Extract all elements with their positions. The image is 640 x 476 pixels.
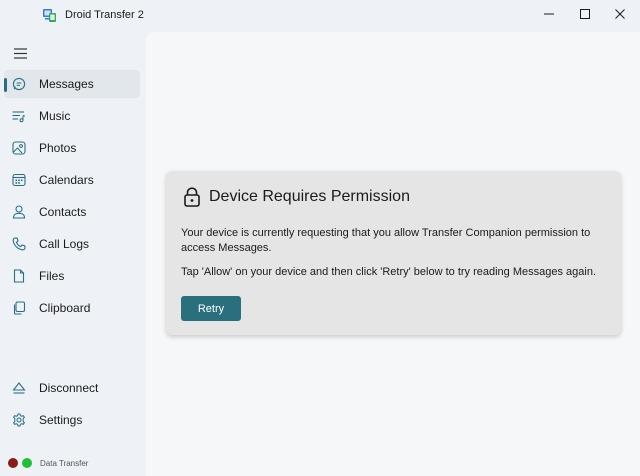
sidebar-item-photos[interactable]: Photos — [4, 134, 140, 162]
sidebar-item-calendars[interactable]: Calendars — [4, 166, 140, 194]
calendar-icon — [12, 173, 26, 187]
sidebar-item-messages[interactable]: Messages — [4, 70, 140, 98]
close-icon — [615, 9, 625, 19]
sidebar-item-label: Calendars — [39, 173, 94, 187]
sidebar-item-label: Contacts — [39, 205, 87, 219]
hamburger-menu-icon — [13, 47, 27, 59]
status-dot-green — [22, 458, 32, 468]
app-title: Droid Transfer 2 — [65, 9, 144, 21]
selection-indicator — [4, 78, 7, 92]
disconnect-button[interactable]: Disconnect — [4, 374, 140, 402]
person-icon — [12, 205, 26, 219]
title-bar: Droid Transfer 2 — [0, 0, 640, 32]
sidebar-item-clipboard[interactable]: Clipboard — [4, 294, 140, 322]
sidebar-item-music[interactable]: Music — [4, 102, 140, 130]
sidebar-item-label: Call Logs — [39, 237, 90, 251]
settings-label: Settings — [39, 413, 83, 427]
phone-icon — [12, 237, 26, 251]
sidebar: Messages Music Photos Calendars Contacts… — [0, 32, 146, 476]
maximize-button[interactable] — [565, 0, 605, 28]
permission-message: Your device is currently requesting that… — [181, 227, 591, 254]
sidebar-item-label: Clipboard — [39, 301, 91, 315]
connection-status: Data Transfer — [8, 456, 88, 470]
hamburger-menu-button[interactable] — [8, 42, 32, 64]
sidebar-item-files[interactable]: Files — [4, 262, 140, 290]
disconnect-label: Disconnect — [39, 381, 99, 395]
minimize-button[interactable] — [529, 0, 569, 28]
file-icon — [13, 269, 25, 283]
permission-instruction: Tap 'Allow' on your device and then clic… — [181, 266, 597, 278]
card-title: Device Requires Permission — [209, 188, 410, 205]
sidebar-item-contacts[interactable]: Contacts — [4, 198, 140, 226]
music-list-icon — [12, 111, 26, 123]
droid-transfer-app-icon — [43, 9, 56, 22]
chat-bubble-icon — [12, 77, 26, 91]
main-content: Device Requires Permission Your device i… — [146, 32, 640, 476]
minimize-icon — [544, 13, 554, 15]
sidebar-item-call-logs[interactable]: Call Logs — [4, 230, 140, 258]
retry-button[interactable]: Retry — [181, 296, 241, 321]
card-header: Device Requires Permission — [183, 187, 410, 207]
gear-icon — [12, 413, 26, 427]
close-button[interactable] — [600, 0, 640, 28]
photo-icon — [12, 141, 26, 155]
app-window: Droid Transfer 2 Messages Music Photos C… — [0, 0, 640, 476]
clipboard-icon — [13, 301, 26, 315]
sidebar-item-label: Messages — [39, 77, 94, 91]
lock-icon — [184, 187, 200, 207]
maximize-icon — [580, 9, 590, 19]
status-dot-red — [8, 458, 18, 468]
sidebar-item-label: Photos — [39, 141, 77, 155]
permission-card: Device Requires Permission Your device i… — [166, 171, 621, 335]
eject-icon — [12, 382, 26, 394]
sidebar-item-label: Music — [39, 109, 71, 123]
sidebar-item-label: Files — [39, 269, 65, 283]
settings-button[interactable]: Settings — [4, 406, 140, 434]
status-label: Data Transfer — [40, 458, 89, 468]
